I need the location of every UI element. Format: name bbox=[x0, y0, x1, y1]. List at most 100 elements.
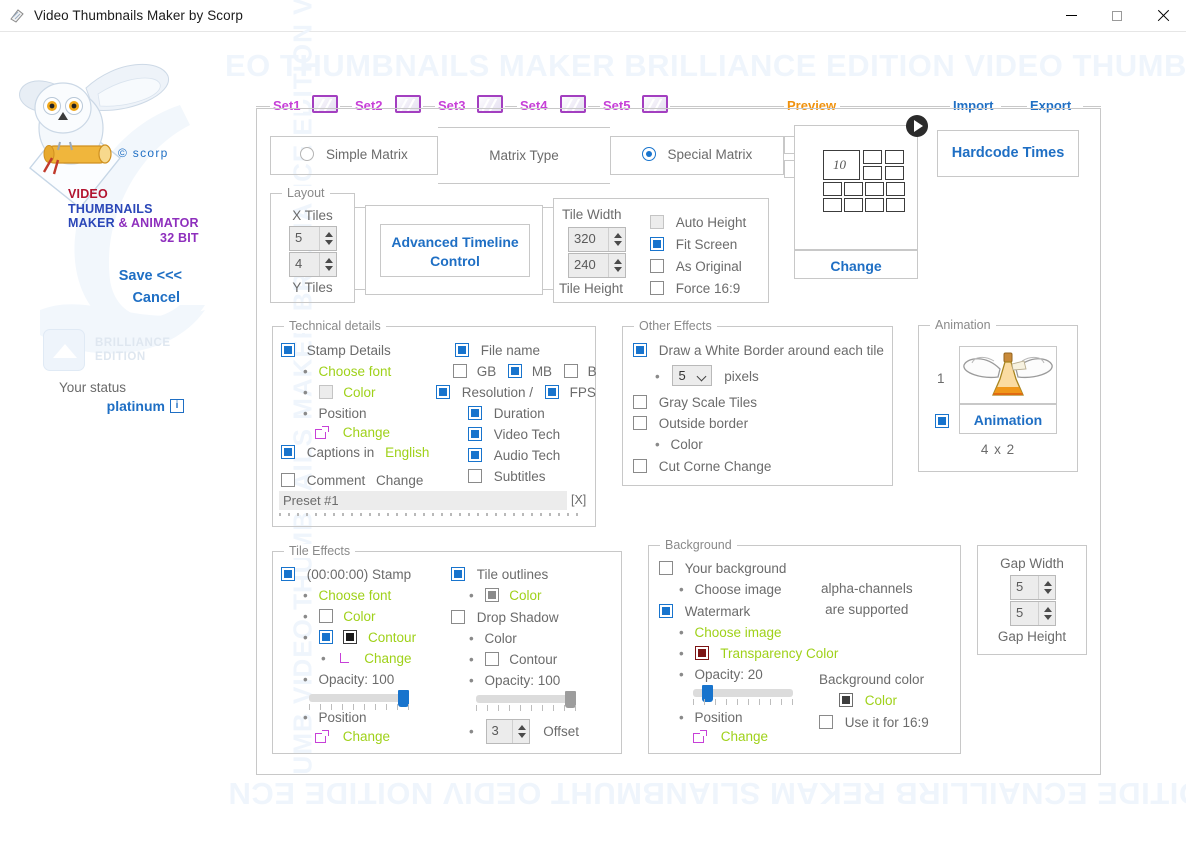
gap-height-stepper[interactable]: 5 bbox=[1010, 601, 1056, 626]
te-color-row[interactable]: • Color bbox=[303, 609, 376, 624]
te-color-label[interactable]: Color bbox=[343, 609, 375, 624]
captions-option[interactable]: Captions in English bbox=[281, 445, 429, 460]
te-color-swatch[interactable] bbox=[318, 609, 333, 623]
outside-border-color-row[interactable]: • Color bbox=[655, 437, 703, 452]
te-position-change-link[interactable]: Change bbox=[343, 729, 390, 744]
subtitles-option[interactable]: Subtitles bbox=[468, 469, 546, 484]
tile-width-stepper[interactable]: 320 bbox=[568, 227, 626, 252]
te-choose-font-link[interactable]: Choose font bbox=[319, 588, 392, 603]
gap-width-stepper[interactable]: 5 bbox=[1010, 575, 1056, 600]
gap-height-arrows[interactable] bbox=[1038, 602, 1055, 625]
border-pixels-select[interactable]: 5 bbox=[671, 365, 712, 386]
auto-height-checkbox[interactable] bbox=[650, 215, 664, 229]
preview-change-button[interactable]: Change bbox=[794, 250, 918, 279]
te-contour-swatch[interactable] bbox=[343, 630, 358, 644]
outline-color-swatch[interactable] bbox=[484, 588, 499, 602]
bg-color-label[interactable]: Color bbox=[865, 693, 897, 708]
outside-border-checkbox[interactable] bbox=[633, 416, 647, 430]
file-name-option[interactable]: File name bbox=[455, 343, 540, 358]
use-for-169-option[interactable]: Use it for 16:9 bbox=[819, 715, 929, 730]
bg-choose-image-row[interactable]: • Choose image bbox=[679, 582, 782, 597]
as-original-option[interactable]: As Original bbox=[650, 259, 742, 274]
preset-field[interactable]: Preset #1 bbox=[279, 491, 567, 510]
shadow-color-label[interactable]: Color bbox=[485, 631, 517, 646]
tile-stamp-option[interactable]: (00:00:00) Stamp bbox=[281, 567, 411, 582]
position-icon[interactable] bbox=[693, 730, 708, 744]
animation-button[interactable]: Animation bbox=[959, 404, 1057, 434]
position-icon[interactable] bbox=[315, 426, 330, 440]
close-button[interactable] bbox=[1140, 0, 1186, 32]
te-opacity-slider[interactable] bbox=[309, 690, 409, 707]
stamp-details-option[interactable]: Stamp Details bbox=[281, 343, 391, 358]
as-original-checkbox[interactable] bbox=[650, 259, 664, 273]
cancel-button[interactable]: Cancel bbox=[0, 290, 180, 306]
video-tech-checkbox[interactable] bbox=[468, 427, 482, 441]
shadow-offset-arrows[interactable] bbox=[511, 720, 529, 743]
te-contour-checkbox[interactable] bbox=[318, 630, 333, 644]
comment-change-link[interactable]: Change bbox=[376, 473, 423, 488]
wm-choose-image-row[interactable]: • Choose image bbox=[679, 625, 782, 640]
td-choose-font-link[interactable]: Choose font bbox=[319, 364, 392, 379]
td-position-change-row[interactable]: Change bbox=[315, 425, 390, 440]
animation-checkbox[interactable] bbox=[935, 414, 949, 428]
tile-outlines-checkbox[interactable] bbox=[451, 567, 465, 581]
wm-choose-image-link[interactable]: Choose image bbox=[695, 625, 782, 640]
use-for-169-checkbox[interactable] bbox=[819, 715, 833, 729]
outline-color-row[interactable]: • Color bbox=[469, 588, 542, 603]
border-pixels-row[interactable]: • 5 pixels bbox=[655, 365, 759, 386]
force-169-option[interactable]: Force 16:9 bbox=[650, 281, 740, 296]
gb-checkbox[interactable] bbox=[453, 364, 467, 378]
play-icon[interactable] bbox=[906, 115, 928, 137]
duration-checkbox[interactable] bbox=[468, 406, 482, 420]
corner-icon[interactable] bbox=[338, 653, 353, 665]
te-position-change-row[interactable]: Change bbox=[315, 729, 390, 744]
tile-outlines-option[interactable]: Tile outlines bbox=[451, 567, 548, 582]
file-name-checkbox[interactable] bbox=[455, 343, 469, 357]
y-tiles-arrows[interactable] bbox=[319, 253, 336, 276]
captions-checkbox[interactable] bbox=[281, 445, 295, 459]
advanced-timeline-control-button[interactable]: Advanced Timeline Control bbox=[380, 224, 530, 277]
td-color-row[interactable]: • Color bbox=[303, 385, 376, 400]
tile-width-arrows[interactable] bbox=[608, 228, 625, 251]
shadow-offset-row[interactable]: • 3 Offset bbox=[469, 719, 579, 744]
video-tech-option[interactable]: Video Tech bbox=[468, 427, 560, 442]
captions-language-link[interactable]: English bbox=[385, 445, 429, 460]
te-contour-change-row[interactable]: • Change bbox=[321, 651, 412, 666]
bg-color-row[interactable]: Color bbox=[839, 693, 897, 708]
te-contour-label[interactable]: Contour bbox=[368, 630, 416, 645]
auto-height-option[interactable]: Auto Height bbox=[650, 215, 746, 230]
shadow-contour-row[interactable]: • Contour bbox=[469, 652, 557, 667]
shadow-contour-checkbox[interactable] bbox=[484, 652, 499, 666]
comment-checkbox[interactable] bbox=[281, 473, 295, 487]
position-icon[interactable] bbox=[315, 730, 330, 744]
watermark-checkbox[interactable] bbox=[659, 604, 673, 618]
cut-corner-option[interactable]: Cut Corne Change bbox=[633, 459, 771, 474]
watermark-option[interactable]: Watermark bbox=[659, 604, 750, 619]
hardcode-times-button[interactable]: Hardcode Times bbox=[937, 130, 1079, 177]
audio-tech-option[interactable]: Audio Tech bbox=[468, 448, 560, 463]
white-border-option[interactable]: Draw a White Border around each tile bbox=[633, 343, 884, 358]
gray-scale-checkbox[interactable] bbox=[633, 395, 647, 409]
resolution-fps-row[interactable]: Resolution / FPS bbox=[436, 385, 596, 400]
resolution-checkbox[interactable] bbox=[436, 385, 450, 399]
x-tiles-arrows[interactable] bbox=[319, 227, 336, 250]
x-tiles-stepper[interactable]: 5 bbox=[289, 226, 337, 251]
outline-color-label[interactable]: Color bbox=[509, 588, 541, 603]
bg-position-change-row[interactable]: Change bbox=[693, 729, 768, 744]
outside-border-color-label[interactable]: Color bbox=[671, 437, 703, 452]
animation-enable-option[interactable] bbox=[935, 414, 949, 429]
te-choose-font-row[interactable]: • Choose font bbox=[303, 588, 391, 603]
simple-matrix-radio[interactable] bbox=[300, 147, 315, 161]
your-background-option[interactable]: Your background bbox=[659, 561, 786, 576]
mb-checkbox[interactable] bbox=[508, 364, 523, 378]
audio-tech-checkbox[interactable] bbox=[468, 448, 482, 462]
drop-shadow-option[interactable]: Drop Shadow bbox=[451, 610, 559, 625]
duration-option[interactable]: Duration bbox=[468, 406, 545, 421]
size-units-row[interactable]: GB MB B bbox=[453, 364, 597, 379]
save-button[interactable]: Save <<< bbox=[0, 268, 182, 284]
status-info-icon[interactable]: i bbox=[170, 399, 184, 413]
subtitles-checkbox[interactable] bbox=[468, 469, 482, 483]
tile-height-stepper[interactable]: 240 bbox=[568, 253, 626, 278]
fit-screen-checkbox[interactable] bbox=[650, 237, 664, 251]
td-position-change-link[interactable]: Change bbox=[343, 425, 390, 440]
